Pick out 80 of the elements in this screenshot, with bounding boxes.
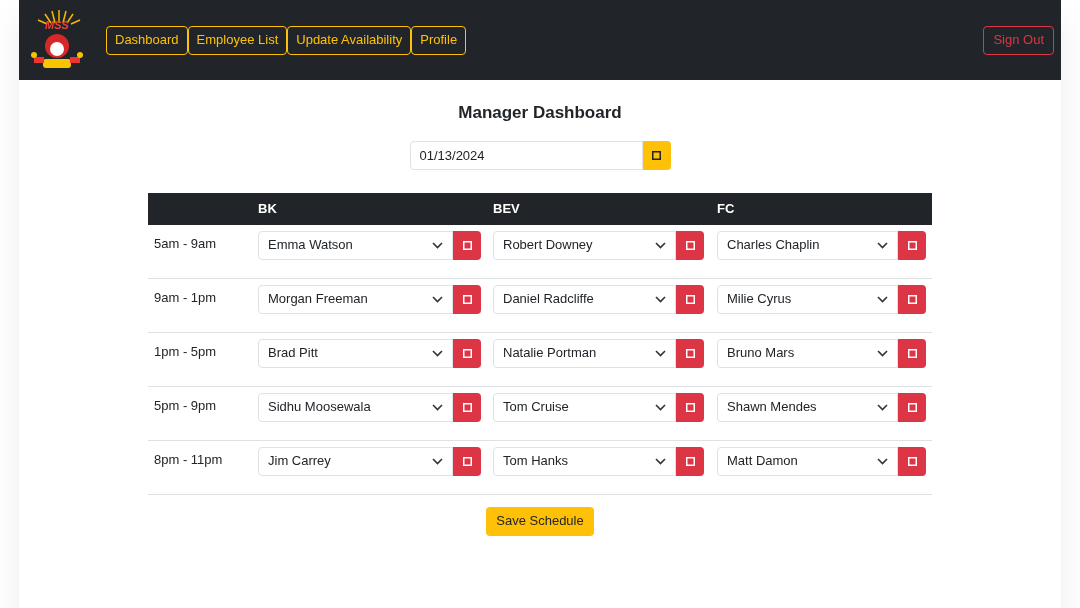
remove-button[interactable] (453, 338, 481, 368)
remove-button[interactable] (453, 230, 481, 260)
square-icon (462, 240, 472, 250)
employee-select[interactable]: Shawn Mendes (717, 392, 898, 422)
remove-button[interactable] (676, 230, 704, 260)
employee-select[interactable]: Jim Carrey (258, 446, 453, 476)
nav-link[interactable]: Update Availability (287, 25, 412, 55)
date-field[interactable]: 01/13/2024 (409, 140, 643, 170)
chevron-down-icon (655, 349, 666, 357)
employee-select[interactable]: Milie Cyrus (717, 284, 898, 314)
square-icon (685, 294, 695, 304)
employee-select[interactable]: Sidhu Moosewala (258, 392, 453, 422)
chevron-down-icon (877, 241, 888, 249)
calendar-button[interactable] (642, 140, 671, 170)
column-header: BEV (493, 199, 520, 218)
chevron-down-icon (432, 403, 443, 411)
employee-select[interactable]: Natalie Portman (493, 338, 676, 368)
remove-button[interactable] (676, 284, 704, 314)
remove-button[interactable] (898, 338, 926, 368)
column-header: FC (717, 199, 735, 218)
square-icon (907, 348, 917, 358)
chevron-down-icon (877, 295, 888, 303)
time-slot: 5pm - 9pm (148, 392, 217, 415)
square-icon (685, 402, 695, 412)
chevron-down-icon (877, 403, 888, 411)
square-icon (907, 294, 917, 304)
remove-button[interactable] (676, 446, 704, 476)
employee-select[interactable]: Robert Downey (493, 230, 676, 260)
employee-select[interactable]: Tom Hanks (493, 446, 676, 476)
page-title: Manager Dashboard (458, 102, 622, 124)
save-schedule-button[interactable]: Save Schedule (486, 506, 594, 536)
time-slot: 5am - 9am (148, 230, 217, 253)
employee-select[interactable]: Tom Cruise (493, 392, 676, 422)
sign-out-button[interactable]: Sign Out (983, 25, 1054, 55)
square-icon (462, 294, 472, 304)
chevron-down-icon (655, 241, 666, 249)
chevron-down-icon (877, 349, 888, 357)
square-icon (907, 456, 917, 466)
remove-button[interactable] (898, 284, 926, 314)
mascot-drawing (31, 33, 83, 69)
chevron-down-icon (877, 457, 888, 465)
square-icon (652, 150, 661, 160)
logo-text: MSS (45, 20, 69, 31)
remove-button[interactable] (898, 230, 926, 260)
remove-button[interactable] (898, 392, 926, 422)
employee-select[interactable]: Bruno Mars (717, 338, 898, 368)
nav-link[interactable]: Profile (411, 25, 467, 55)
square-icon (462, 348, 472, 358)
square-icon (685, 240, 695, 250)
square-icon (685, 348, 695, 358)
chevron-down-icon (432, 457, 443, 465)
chevron-down-icon (655, 295, 666, 303)
time-slot: 1pm - 5pm (148, 338, 217, 361)
time-slot: 9am - 1pm (148, 284, 217, 307)
employee-select[interactable]: Charles Chaplin (717, 230, 898, 260)
square-icon (462, 402, 472, 412)
nav-link[interactable]: Employee List (187, 25, 288, 55)
remove-button[interactable] (898, 446, 926, 476)
employee-select[interactable]: Emma Watson (258, 230, 453, 260)
remove-button[interactable] (453, 446, 481, 476)
time-slot: 8pm - 11pm (148, 446, 223, 469)
column-header: BK (258, 199, 277, 218)
remove-button[interactable] (676, 338, 704, 368)
remove-button[interactable] (676, 392, 704, 422)
chevron-down-icon (655, 457, 666, 465)
square-icon (907, 240, 917, 250)
employee-select[interactable]: Brad Pitt (258, 338, 453, 368)
employee-select[interactable]: Matt Damon (717, 446, 898, 476)
remove-button[interactable] (453, 284, 481, 314)
employee-select[interactable]: Morgan Freeman (258, 284, 453, 314)
square-icon (907, 402, 917, 412)
square-icon (462, 456, 472, 466)
chevron-down-icon (432, 241, 443, 249)
remove-button[interactable] (453, 392, 481, 422)
chevron-down-icon (432, 295, 443, 303)
chevron-down-icon (655, 403, 666, 411)
nav-link[interactable]: Dashboard (106, 25, 188, 55)
chevron-down-icon (432, 349, 443, 357)
employee-select[interactable]: Daniel Radcliffe (493, 284, 676, 314)
square-icon (685, 456, 695, 466)
